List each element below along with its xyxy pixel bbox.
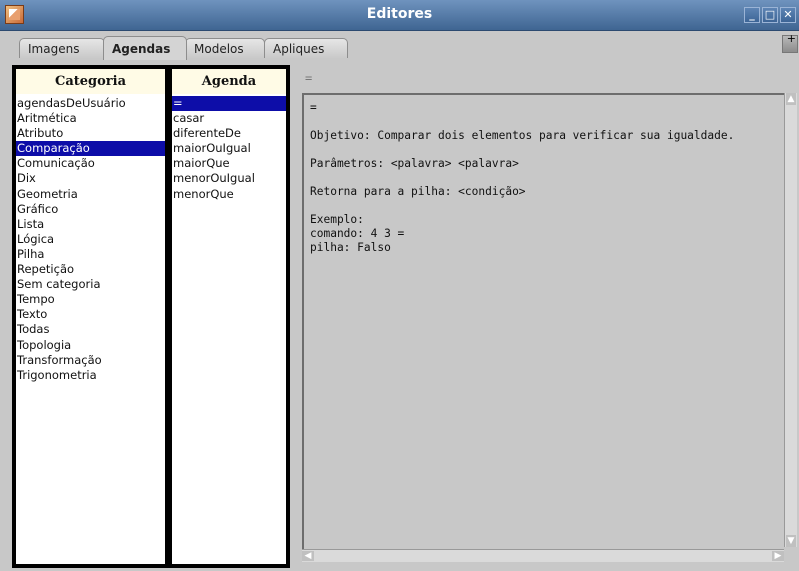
agenda-list-item[interactable]: maiorOuIgual [172,141,286,156]
categoria-panel: Categoria agendasDeUsuário Aritmética Atri… [12,65,169,568]
title-bar: Editores _ □ ✕ [0,0,799,31]
documentation-text: = Objetivo: Comparar dois elementos para… [310,101,734,255]
documentation-line: Retorna para a pilha: <condição> [310,185,526,198]
documentation-line [310,115,734,129]
documentation-line: Exemplo: [310,213,364,226]
agenda-panel: Agenda = casar diferenteDe maiorOuIgual maio… [168,65,290,568]
categoria-list-item[interactable]: Texto [16,307,165,322]
agenda-header: Agenda [172,69,286,94]
agenda-list-item[interactable]: = [172,96,286,112]
documentation-line: Parâmetros: <palavra> <palavra> [310,157,519,170]
categoria-list-item[interactable]: Trigonometria [16,368,165,383]
maximize-icon[interactable]: □ [762,7,778,23]
categoria-list-item[interactable]: Transformação [16,353,165,368]
scroll-left-icon[interactable]: ◀ [302,551,314,561]
scroll-up-icon[interactable]: ▲ [786,93,796,105]
categoria-list-item[interactable]: Comparação [16,141,165,157]
categoria-list-item[interactable]: Aritmética [16,111,165,126]
documentation-line: pilha: Falso [310,241,391,254]
categoria-header: Categoria [16,69,165,94]
documentation-line [310,143,734,157]
categoria-list-item[interactable]: Gráfico [16,202,165,217]
documentation-panel: = = Objetivo: Comparar dois elementos pa… [297,65,799,571]
categoria-list-item[interactable]: Geometria [16,187,165,202]
documentation-line: comando: 4 3 = [310,227,405,240]
categoria-list-item[interactable]: Comunicação [16,156,165,171]
documentation-line [310,199,734,213]
categoria-list-item[interactable]: Sem categoria [16,277,165,292]
scroll-right-icon[interactable]: ▶ [772,551,784,561]
documentation-line [310,171,734,185]
window-title: Editores [366,6,433,22]
close-icon[interactable]: ✕ [780,7,796,23]
categoria-list-item[interactable]: Dix [16,171,165,186]
tab-agendas[interactable]: Agendas [103,36,187,60]
categoria-list[interactable]: agendasDeUsuário Aritmética Atributo Compar… [16,94,165,564]
documentation-line: = [310,101,317,114]
categoria-list-item[interactable]: Topologia [16,338,165,353]
agenda-list[interactable]: = casar diferenteDe maiorOuIgual maiorQue men… [172,94,286,564]
categoria-list-item[interactable]: agendasDeUsuário [16,96,165,111]
categoria-list-item[interactable]: Todas [16,322,165,337]
agenda-list-item[interactable]: menorOuIgual [172,171,286,186]
documentation-line: Objetivo: Comparar dois elementos para v… [310,129,735,142]
documentation-text-area[interactable]: = Objetivo: Comparar dois elementos para… [302,93,784,560]
current-command-label: = [305,71,313,85]
minimize-icon[interactable]: _ [744,7,760,23]
agenda-list-item[interactable]: menorQue [172,187,286,202]
tab-modelos[interactable]: Modelos [185,38,265,58]
scroll-down-icon[interactable]: ▼ [786,535,796,547]
vertical-scrollbar[interactable]: ▲ ▼ [784,93,797,547]
categoria-list-item[interactable]: Atributo [16,126,165,141]
categoria-list-item[interactable]: Pilha [16,247,165,262]
categoria-list-item[interactable]: Lista [16,217,165,232]
categoria-list-item[interactable]: Lógica [16,232,165,247]
tab-bar: Imagens Agendas Modelos Apliques [0,31,799,60]
agenda-list-item[interactable]: maiorQue [172,156,286,171]
categoria-list-item[interactable]: Repetição [16,262,165,277]
agenda-list-item[interactable]: casar [172,111,286,126]
agenda-list-item[interactable]: diferenteDe [172,126,286,141]
horizontal-scrollbar[interactable]: ◀ ▶ [302,549,784,562]
categoria-list-item[interactable]: Tempo [16,292,165,307]
tab-apliques[interactable]: Apliques [264,38,348,58]
add-tab-icon[interactable] [782,32,798,53]
tab-imagens[interactable]: Imagens [19,38,105,58]
